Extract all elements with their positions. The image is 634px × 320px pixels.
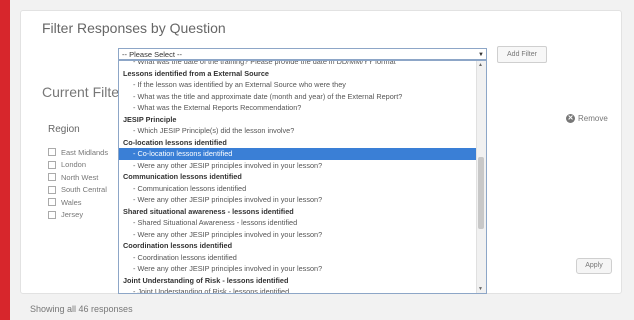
apply-button[interactable]: Apply	[576, 258, 612, 274]
region-label-text: Wales	[61, 197, 82, 207]
dropdown-option[interactable]: - Were any other JESIP principles involv…	[119, 229, 476, 241]
region-checkbox-list: East Midlands London North West South Ce…	[48, 146, 108, 221]
region-item[interactable]: North West	[48, 171, 108, 184]
remove-icon: ✕	[566, 114, 575, 123]
dropdown-option[interactable]: - What was the External Reports Recommen…	[119, 102, 476, 114]
dropdown-option[interactable]: - Co-location lessons identified	[119, 148, 476, 160]
scroll-down-icon[interactable]: ▼	[478, 286, 483, 292]
option-group-label: Shared situational awareness - lessons i…	[123, 206, 294, 216]
filter-title: Filter Responses by Question	[42, 20, 226, 36]
dropdown-option[interactable]: - Joint Understanding of Risk - lessons …	[119, 286, 476, 293]
option-group-label: JESIP Principle	[123, 114, 177, 124]
checkbox[interactable]	[48, 173, 56, 182]
region-label-text: North West	[61, 172, 99, 182]
scroll-up-icon[interactable]: ▲	[478, 62, 483, 68]
dropdown-option[interactable]: - Which JESIP Principle(s) did the lesso…	[119, 125, 476, 137]
dropdown-option[interactable]: - If the lesson was identified by an Ext…	[119, 79, 476, 91]
dropdown-option[interactable]: - Were any other JESIP principles involv…	[119, 263, 476, 275]
checkbox[interactable]	[48, 148, 56, 157]
dropdown-scrollbar[interactable]: ▲ ▼	[476, 61, 486, 293]
checkbox[interactable]	[48, 198, 56, 207]
dropdown-option[interactable]: - What was the date of the training? Ple…	[119, 61, 476, 68]
dropdown-option[interactable]: - Were any other JESIP principles involv…	[119, 160, 476, 172]
option-group-label: Lessons identified from a External Sourc…	[123, 68, 269, 78]
select-value: -- Please Select --	[122, 50, 183, 59]
add-filter-button[interactable]: Add Filter	[497, 46, 547, 63]
dropdown-option[interactable]: - Communication lessons identified	[119, 183, 476, 195]
checkbox[interactable]	[48, 160, 56, 169]
question-select[interactable]: -- Please Select -- ▼	[118, 48, 487, 60]
region-item[interactable]: Wales	[48, 196, 108, 209]
region-item[interactable]: East Midlands	[48, 146, 108, 159]
region-label-text: South Central	[61, 185, 107, 195]
region-label-text: London	[61, 160, 87, 170]
checkbox[interactable]	[48, 185, 56, 194]
dropdown-option[interactable]: - What was the title and approximate dat…	[119, 91, 476, 103]
current-filters-title: Current Filte	[42, 84, 120, 100]
option-group-label: Communication lessons identified	[123, 172, 242, 181]
remove-label: Remove	[578, 114, 608, 123]
checkbox[interactable]	[48, 210, 56, 219]
dropdown-option[interactable]: - Shared Situational Awareness - lessons…	[119, 217, 476, 229]
dropdown-options-list[interactable]: - What was the date of the training? Ple…	[118, 60, 487, 294]
option-group-label: Co-location lessons identified	[123, 137, 227, 147]
remove-filter-button[interactable]: ✕ Remove	[566, 114, 608, 123]
region-item[interactable]: Jersey	[48, 209, 108, 222]
dropdown-option[interactable]: - Coordination lessons identified	[119, 252, 476, 264]
scrollbar-thumb[interactable]	[478, 157, 484, 229]
region-label: Region	[48, 124, 80, 135]
response-count-text: Showing all 46 responses	[30, 304, 133, 314]
region-label-text: Jersey	[61, 210, 84, 220]
region-item[interactable]: South Central	[48, 184, 108, 197]
option-group-label: Joint Understanding of Risk - lessons id…	[123, 275, 289, 285]
region-label-text: East Midlands	[61, 147, 109, 157]
dropdown-option[interactable]: - Were any other JESIP principles involv…	[119, 194, 476, 206]
options-container: - What was the date of the training? Ple…	[119, 61, 476, 293]
region-item[interactable]: London	[48, 159, 108, 172]
option-group-label: Coordination lessons identified	[123, 241, 233, 250]
